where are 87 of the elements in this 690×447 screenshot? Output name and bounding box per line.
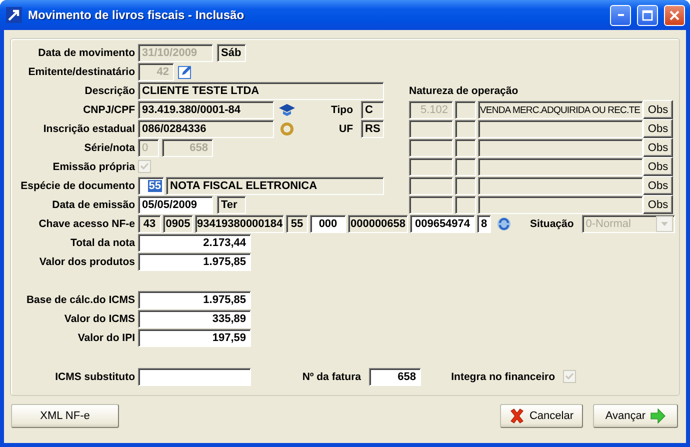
field-label: Emissão própria (52, 160, 135, 172)
input-field[interactable] (409, 158, 453, 176)
obs-button[interactable]: Obs (643, 138, 673, 157)
input-field[interactable] (478, 158, 643, 176)
maximize-button[interactable] (637, 4, 658, 26)
action-button[interactable]: Avançar (593, 404, 678, 428)
minimize-icon (618, 14, 624, 16)
field-label: Data de movimento (37, 46, 135, 58)
field-label: Emitente/destinatário (27, 66, 135, 78)
obs-button[interactable]: Obs (643, 100, 673, 119)
input-field[interactable]: 1.975,85 (138, 252, 251, 270)
window-title: Movimento de livros fiscais - Inclusão (28, 8, 246, 22)
input-field[interactable]: 1.975,85 (138, 290, 251, 308)
input-field[interactable]: 009654974 (410, 214, 475, 232)
cap-icon[interactable] (279, 104, 295, 116)
weekday-field: Sáb (217, 44, 246, 62)
field-label: UF (339, 122, 353, 134)
input-field[interactable]: 000 (310, 214, 346, 232)
input-field[interactable] (455, 158, 476, 176)
field-label: ICMS substituto (54, 370, 135, 382)
input-field[interactable] (455, 100, 476, 118)
obs-button[interactable]: Obs (643, 195, 673, 214)
input-field[interactable]: 0905 (163, 214, 193, 232)
input-field[interactable]: NOTA FISCAL ELETRONICA (166, 176, 384, 194)
input-field[interactable]: 55 (138, 176, 164, 194)
edit-icon[interactable] (178, 64, 192, 78)
input-field[interactable] (455, 176, 476, 194)
obs-button[interactable]: Obs (643, 176, 673, 195)
input-field[interactable]: RS (361, 120, 384, 138)
arrow-icon (6, 7, 22, 23)
minimize-button[interactable] (610, 4, 631, 26)
input-field[interactable]: 335,89 (138, 310, 251, 328)
weekday-field: Ter (217, 196, 246, 214)
input-field[interactable]: 55 (286, 214, 308, 232)
input-field[interactable] (478, 138, 643, 156)
input-field[interactable]: VENDA MERC.ADQUIRIDA OU REC.TE (478, 100, 643, 118)
input-field[interactable]: 197,59 (138, 328, 251, 346)
caret-icon (660, 222, 668, 226)
field-label: Total da nota (69, 236, 135, 248)
arrow-right-icon (650, 408, 666, 424)
cancel-icon (509, 408, 526, 424)
input-field[interactable] (455, 196, 476, 214)
input-field[interactable] (455, 138, 476, 156)
input-field[interactable] (478, 176, 643, 194)
input-field[interactable]: 05/05/2009 (138, 196, 213, 214)
input-field[interactable] (138, 368, 251, 386)
action-button[interactable]: Cancelar (500, 404, 583, 428)
input-field[interactable]: 000000658 (348, 214, 408, 232)
field-label: Data de emissão (51, 198, 135, 210)
input-field[interactable] (409, 120, 453, 138)
field-label: Valor do IPI (76, 332, 135, 344)
close-icon (669, 10, 680, 20)
field-label: Valor dos produtos (38, 256, 135, 268)
input-field[interactable]: CLIENTE TESTE LTDA (138, 82, 384, 100)
maximize-icon (642, 10, 653, 20)
input-field[interactable]: C (361, 100, 384, 118)
input-field[interactable]: 2.173,44 (138, 234, 251, 252)
input-field[interactable] (478, 120, 643, 138)
input-field[interactable] (409, 176, 453, 194)
input-field[interactable]: 8 (477, 214, 491, 232)
field-label: Base de cálc.do ICMS (25, 294, 135, 306)
action-button[interactable]: XML NF-e (11, 404, 119, 428)
field-label: Situação (530, 218, 574, 230)
field-label: Valor do ICMS (63, 312, 135, 324)
input-field[interactable]: 93419380000184 (195, 214, 284, 232)
close-button[interactable] (664, 4, 685, 26)
input-field[interactable]: 93.419.380/0001-84 (138, 100, 274, 118)
swirl-icon[interactable] (496, 216, 512, 232)
field-label: CNPJ/CPF (82, 104, 135, 116)
field-label: Espécie de documento (20, 180, 135, 192)
field-label: Descrição (84, 84, 135, 96)
input-field[interactable]: 086/0284336 (138, 120, 274, 138)
input-field[interactable]: 658 (369, 368, 421, 386)
field-label: Chave acesso NF-e (38, 218, 135, 230)
field-label: Integra no financeiro (450, 370, 555, 382)
section-heading: Natureza de operação (409, 84, 518, 96)
field-label: Inscrição estadual (42, 122, 135, 134)
input-field[interactable] (409, 196, 453, 214)
input-field[interactable] (409, 138, 453, 156)
input-field[interactable]: 43 (138, 214, 161, 232)
field-label: Nº da fatura (301, 370, 361, 382)
input-field[interactable] (478, 196, 643, 214)
input-field[interactable] (455, 120, 476, 138)
obs-button[interactable]: Obs (643, 157, 673, 176)
obs-button[interactable]: Obs (643, 119, 673, 138)
field-label: Tipo (331, 104, 353, 116)
field-label: Série/nota (83, 142, 135, 154)
